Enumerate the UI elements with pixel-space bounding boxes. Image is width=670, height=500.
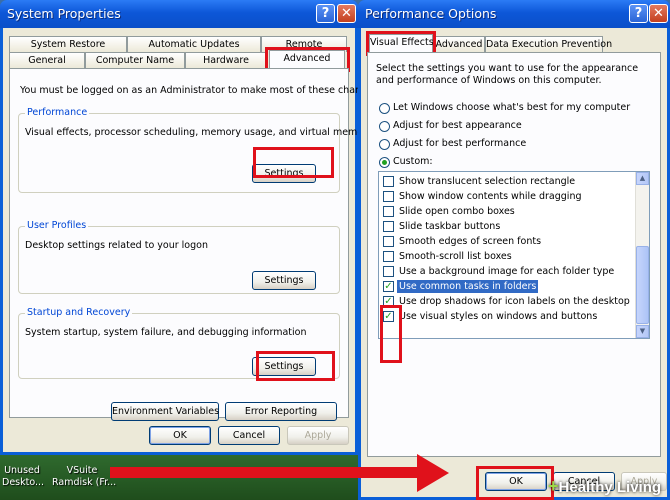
- checkbox[interactable]: [383, 176, 394, 187]
- list-item[interactable]: ✓ Use drop shadows for icon labels on th…: [383, 295, 633, 309]
- performance-options-titlebar[interactable]: Performance Options ? ✕: [358, 0, 670, 28]
- tab-data-execution-prevention[interactable]: Data Execution Prevention: [485, 36, 612, 52]
- window-title: System Properties: [7, 6, 121, 21]
- checkbox-checked[interactable]: ✓: [383, 281, 394, 292]
- annotation-arrow-shaft: [110, 467, 420, 478]
- desktop-icon-unused[interactable]: Unused Deskto...: [2, 465, 44, 489]
- list-item[interactable]: Show translucent selection rectangle: [383, 175, 633, 189]
- list-item[interactable]: Slide taskbar buttons: [383, 220, 633, 234]
- radio-best-performance[interactable]: Adjust for best performance: [376, 137, 636, 151]
- scroll-thumb[interactable]: [636, 246, 649, 324]
- list-item-label: Use drop shadows for icon labels on the …: [399, 296, 630, 307]
- checkbox[interactable]: [383, 206, 394, 217]
- list-item[interactable]: Smooth edges of screen fonts: [383, 235, 633, 249]
- list-item-label: Show translucent selection rectangle: [399, 176, 576, 187]
- list-item[interactable]: Use a background image for each folder t…: [383, 265, 633, 279]
- tab-hardware[interactable]: Hardware: [185, 52, 267, 68]
- list-item-label: Use common tasks in folders: [397, 280, 539, 293]
- window-title: Performance Options: [365, 6, 497, 21]
- checkbox[interactable]: [383, 266, 394, 277]
- radio-label: Adjust for best appearance: [393, 120, 522, 131]
- user-profiles-group: User Profiles Desktop settings related t…: [18, 220, 340, 294]
- checkbox[interactable]: [383, 191, 394, 202]
- performance-options-body: Visual Effects Advanced Data Execution P…: [361, 28, 667, 497]
- system-properties-window: System Properties ? ✕ System Restore Aut…: [0, 0, 381, 455]
- tab-system-restore[interactable]: System Restore: [9, 36, 127, 52]
- checkbox[interactable]: [383, 251, 394, 262]
- user-profiles-description: Desktop settings related to your logon: [25, 240, 208, 251]
- scroll-up-icon[interactable]: ▲: [636, 172, 649, 185]
- startup-recovery-title: Startup and Recovery: [25, 307, 133, 318]
- user-profiles-title: User Profiles: [25, 220, 89, 231]
- list-item-label: Show window contents while dragging: [399, 191, 582, 202]
- system-properties-body: System Restore Automatic Updates Remote …: [3, 28, 381, 452]
- list-item[interactable]: Smooth-scroll list boxes: [383, 250, 633, 264]
- startup-settings-highlight: [256, 351, 335, 381]
- visual-effects-list[interactable]: Show translucent selection rectangle Sho…: [378, 171, 650, 339]
- cancel-button[interactable]: Cancel: [218, 426, 280, 445]
- radio-let-windows-choose[interactable]: Let Windows choose what's best for my co…: [376, 101, 636, 115]
- plus-icon: +: [548, 476, 559, 496]
- radio-label: Let Windows choose what's best for my co…: [393, 102, 631, 113]
- tab-automatic-updates[interactable]: Automatic Updates: [127, 36, 261, 52]
- list-item[interactable]: ✓ Use visual styles on windows and butto…: [383, 310, 633, 324]
- list-item-label: Smooth-scroll list boxes: [399, 251, 512, 262]
- help-button[interactable]: ?: [316, 4, 335, 23]
- list-item-label: Slide taskbar buttons: [399, 221, 501, 232]
- close-button[interactable]: ✕: [337, 4, 356, 23]
- ok-button[interactable]: OK: [149, 426, 211, 445]
- list-item-label: Smooth edges of screen fonts: [399, 236, 542, 247]
- user-profiles-settings-button[interactable]: Settings: [252, 271, 316, 290]
- performance-title: Performance: [25, 107, 90, 118]
- error-reporting-button[interactable]: Error Reporting: [225, 402, 337, 421]
- tab-computer-name[interactable]: Computer Name: [85, 52, 185, 68]
- checkbox[interactable]: [383, 236, 394, 247]
- radio-custom[interactable]: Custom:: [376, 155, 636, 169]
- performance-description: Visual effects, processor scheduling, me…: [25, 127, 373, 138]
- radio-best-appearance[interactable]: Adjust for best appearance: [376, 119, 636, 133]
- checkbox[interactable]: [383, 221, 394, 232]
- close-button[interactable]: ✕: [649, 4, 668, 23]
- checkbox-highlight: [380, 305, 402, 363]
- list-item-label: Use a background image for each folder t…: [399, 266, 615, 277]
- list-scrollbar[interactable]: ▲ ▼: [635, 172, 649, 338]
- performance-options-window: Performance Options ? ✕ Visual Effects A…: [358, 0, 670, 500]
- annotation-arrow-icon: [417, 454, 449, 492]
- list-item-label: Use visual styles on windows and buttons: [399, 311, 598, 322]
- watermark-text: Healthy Living: [558, 479, 662, 496]
- radio-label: Adjust for best performance: [393, 138, 527, 149]
- list-item-selected[interactable]: ✓ Use common tasks in folders: [383, 280, 633, 294]
- advanced-tab-page: You must be logged on as an Administrato…: [9, 68, 381, 421]
- radio-circle: [379, 157, 390, 168]
- watermark-logo: +Healthy Living: [548, 476, 661, 497]
- intro-line-1: Select the settings you want to use for …: [376, 63, 639, 86]
- startup-recovery-description: System startup, system failure, and debu…: [25, 327, 307, 338]
- admin-notice: You must be logged on as an Administrato…: [20, 85, 381, 96]
- radio-circle: [379, 121, 390, 132]
- list-item[interactable]: Slide open combo boxes: [383, 205, 633, 219]
- list-item[interactable]: Show window contents while dragging: [383, 190, 633, 204]
- radio-label: Custom:: [393, 156, 433, 167]
- desktop-icon-vsuite[interactable]: VSuite Ramdisk (Fr...: [52, 465, 116, 489]
- tab-advanced[interactable]: Advanced: [433, 36, 485, 52]
- settings-button-highlight: [253, 147, 334, 178]
- list-item-label: Slide open combo boxes: [399, 206, 515, 217]
- system-properties-titlebar[interactable]: System Properties ? ✕: [0, 0, 358, 28]
- apply-button[interactable]: Apply: [287, 426, 349, 445]
- environment-variables-button[interactable]: Environment Variables: [111, 402, 219, 421]
- radio-circle: [379, 139, 390, 150]
- scroll-down-icon[interactable]: ▼: [636, 325, 649, 338]
- help-button[interactable]: ?: [629, 4, 648, 23]
- tab-general[interactable]: General: [9, 52, 85, 68]
- radio-circle: [379, 103, 390, 114]
- ok-button-highlight: [476, 466, 554, 500]
- visual-effects-page: Select the settings you want to use for …: [367, 52, 661, 457]
